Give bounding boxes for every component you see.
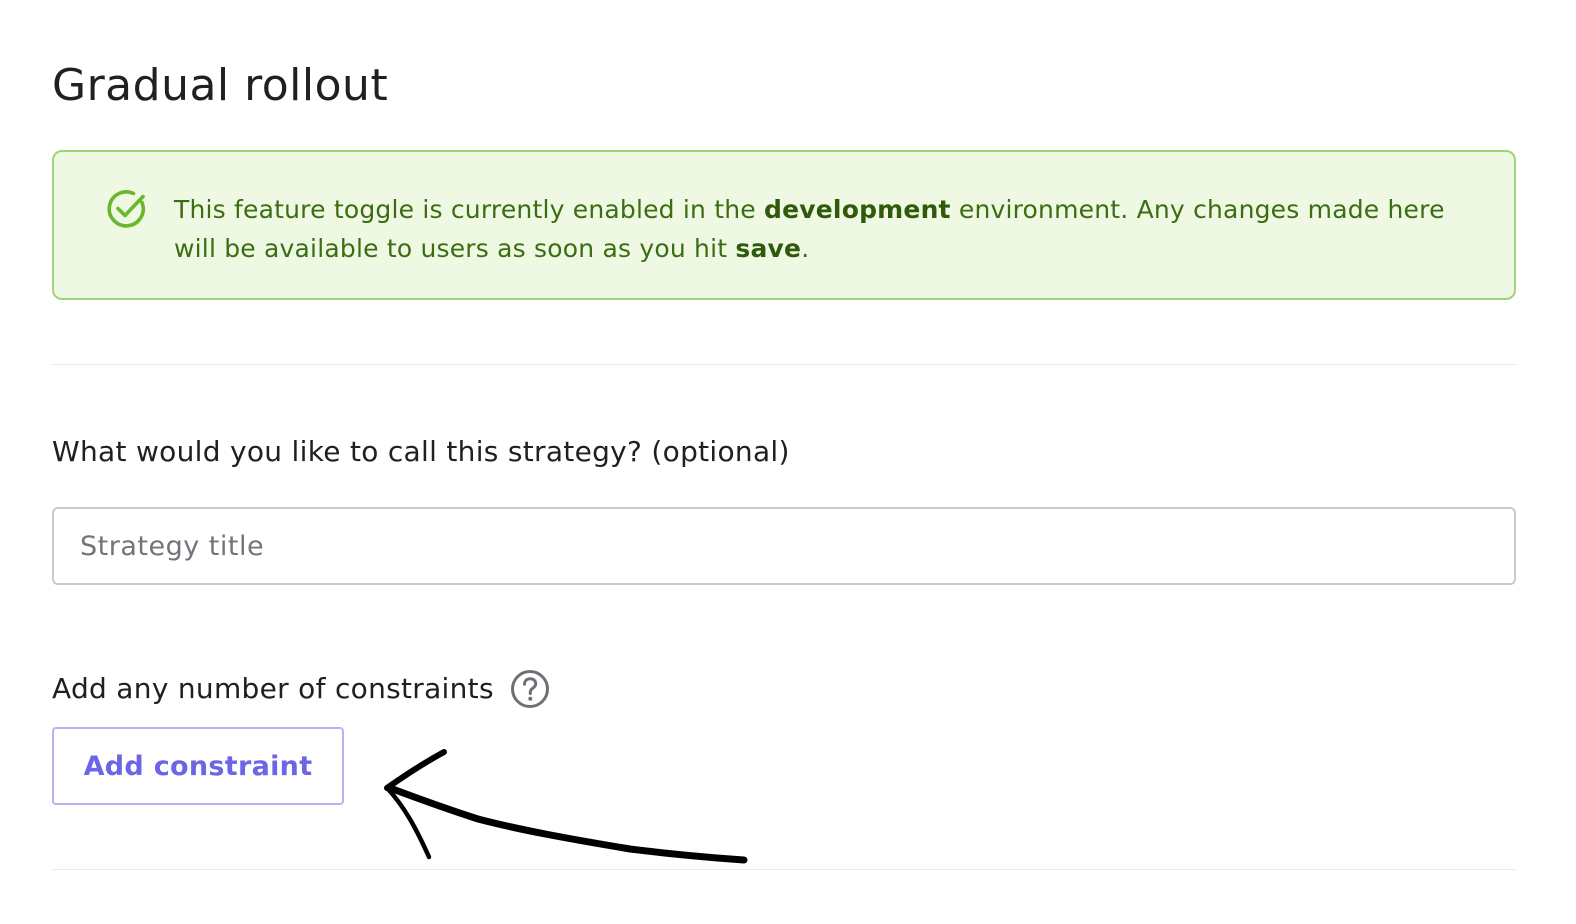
strategy-title-input[interactable] (52, 507, 1516, 585)
add-constraint-button[interactable]: Add constraint (52, 727, 344, 805)
help-circle-icon[interactable] (510, 669, 550, 709)
alert-text-part3: . (801, 234, 810, 263)
strategy-title-label: What would you like to call this strateg… (52, 435, 790, 468)
environment-info-alert: This feature toggle is currently enabled… (52, 150, 1516, 300)
section-divider (52, 364, 1516, 365)
constraints-header: Add any number of constraints (52, 666, 550, 712)
strategy-form-page: Gradual rollout This feature toggle is c… (0, 0, 1576, 924)
alert-message: This feature toggle is currently enabled… (174, 190, 1484, 268)
hand-drawn-arrow-icon (384, 749, 748, 864)
section-divider (52, 869, 1516, 870)
constraints-label: Add any number of constraints (52, 672, 494, 705)
check-circle-icon (107, 190, 146, 228)
page-title: Gradual rollout (52, 60, 389, 111)
alert-text-part1: This feature toggle is currently enabled… (174, 195, 765, 224)
alert-action-word: save (735, 234, 802, 263)
alert-environment-name: development (764, 195, 951, 224)
